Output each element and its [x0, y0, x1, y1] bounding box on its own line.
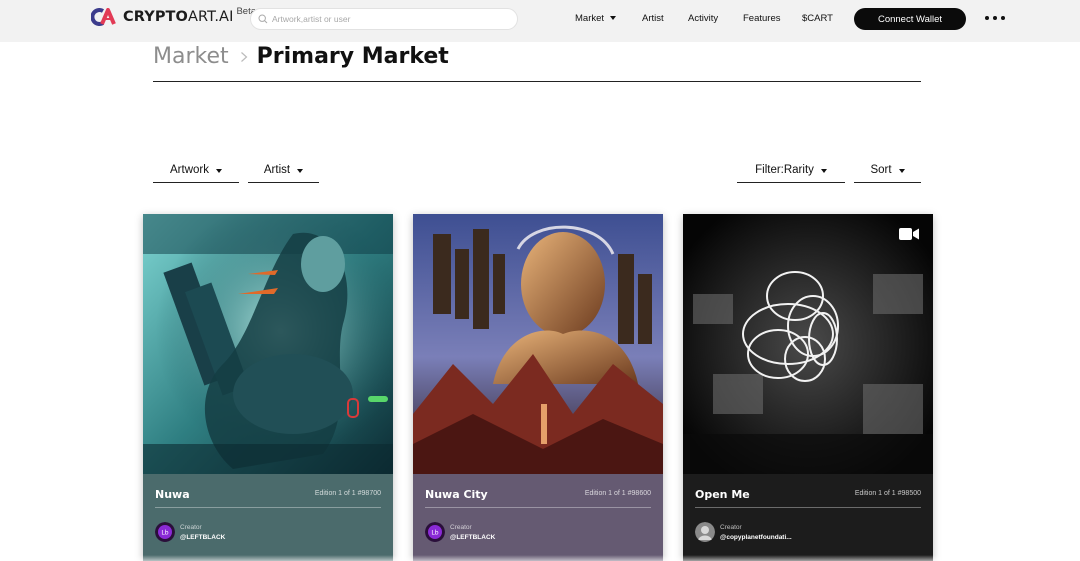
- artwork-card[interactable]: Open Me Edition 1 of 1 #98500 Creator @c…: [683, 214, 933, 561]
- artwork-image: [143, 214, 393, 474]
- brand-name: CRYPTOART.AI: [123, 9, 234, 25]
- breadcrumb-divider: [153, 81, 921, 82]
- nav-features[interactable]: Features: [743, 13, 781, 24]
- connect-wallet-button[interactable]: Connect Wallet: [854, 8, 966, 30]
- card-edition: Edition 1 of 1 #98600: [584, 490, 651, 497]
- nav-artist[interactable]: Artist: [642, 13, 664, 24]
- chevron-down-icon: [820, 169, 827, 173]
- creator-label: Creator: [180, 524, 202, 531]
- chevron-right-icon: [240, 51, 248, 62]
- chevron-down-icon: [297, 169, 304, 173]
- chevron-down-icon: [610, 16, 617, 20]
- artwork-filter-label: Artwork: [170, 164, 209, 176]
- card-title: Open Me: [695, 488, 750, 501]
- page-title: Primary Market: [256, 44, 449, 69]
- nav-cart[interactable]: $CART: [802, 13, 833, 24]
- cryptoart-logo-icon: [91, 8, 116, 26]
- creator-label: Creator: [720, 524, 742, 531]
- more-dots-icon[interactable]: [985, 12, 1005, 24]
- nav-activity[interactable]: Activity: [688, 13, 718, 24]
- creator-label: Creator: [450, 524, 472, 531]
- search-bar[interactable]: [250, 8, 518, 30]
- card-edition: Edition 1 of 1 #98500: [854, 490, 921, 497]
- card-info: Nuwa Edition 1 of 1 #98700 Lb Creator @L…: [143, 474, 393, 561]
- sort-label: Sort: [870, 164, 892, 176]
- card-divider: [425, 507, 651, 508]
- creator-link[interactable]: @copyplanetfoundati...: [720, 534, 792, 541]
- rarity-filter-dropdown[interactable]: Filter:Rarity: [737, 164, 845, 183]
- artwork-filter-dropdown[interactable]: Artwork: [153, 164, 239, 183]
- artwork-image: [683, 214, 933, 474]
- artist-filter-dropdown[interactable]: Artist: [248, 164, 319, 183]
- card-divider: [155, 507, 381, 508]
- navbar: CRYPTOART.AI Beta Market Artist Activity…: [0, 0, 1080, 42]
- search-icon: [258, 14, 268, 24]
- rarity-filter-label: Filter:Rarity: [755, 164, 814, 176]
- sort-dropdown[interactable]: Sort: [854, 164, 921, 183]
- chevron-down-icon: [215, 169, 222, 173]
- avatar[interactable]: [695, 522, 715, 542]
- svg-text:Lb: Lb: [161, 530, 168, 537]
- chevron-down-icon: [898, 169, 905, 173]
- creator-link[interactable]: @LEFTBLACK: [450, 534, 495, 541]
- nav-market[interactable]: Market: [575, 13, 617, 24]
- avatar[interactable]: Lb: [425, 522, 445, 542]
- video-camera-icon: [899, 228, 919, 240]
- avatar[interactable]: Lb: [155, 522, 175, 542]
- artwork-card[interactable]: Nuwa City Edition 1 of 1 #98600 Lb Creat…: [413, 214, 663, 561]
- breadcrumb-market-link[interactable]: Market: [153, 44, 229, 69]
- svg-text:Lb: Lb: [431, 530, 438, 537]
- card-edition: Edition 1 of 1 #98700: [314, 490, 381, 497]
- nav-market-label: Market: [575, 13, 605, 24]
- artwork-card[interactable]: Nuwa Edition 1 of 1 #98700 Lb Creator @L…: [143, 214, 393, 561]
- search-input[interactable]: [272, 14, 502, 24]
- card-title: Nuwa: [155, 488, 190, 501]
- artwork-image: [413, 214, 663, 474]
- card-divider: [695, 507, 921, 508]
- brand-logo[interactable]: CRYPTOART.AI Beta: [91, 7, 256, 27]
- artist-filter-label: Artist: [263, 164, 291, 176]
- card-info: Open Me Edition 1 of 1 #98500 Creator @c…: [683, 474, 933, 561]
- card-info: Nuwa City Edition 1 of 1 #98600 Lb Creat…: [413, 474, 663, 561]
- card-title: Nuwa City: [425, 488, 488, 501]
- creator-link[interactable]: @LEFTBLACK: [180, 534, 225, 541]
- breadcrumb: Market Primary Market: [153, 44, 449, 69]
